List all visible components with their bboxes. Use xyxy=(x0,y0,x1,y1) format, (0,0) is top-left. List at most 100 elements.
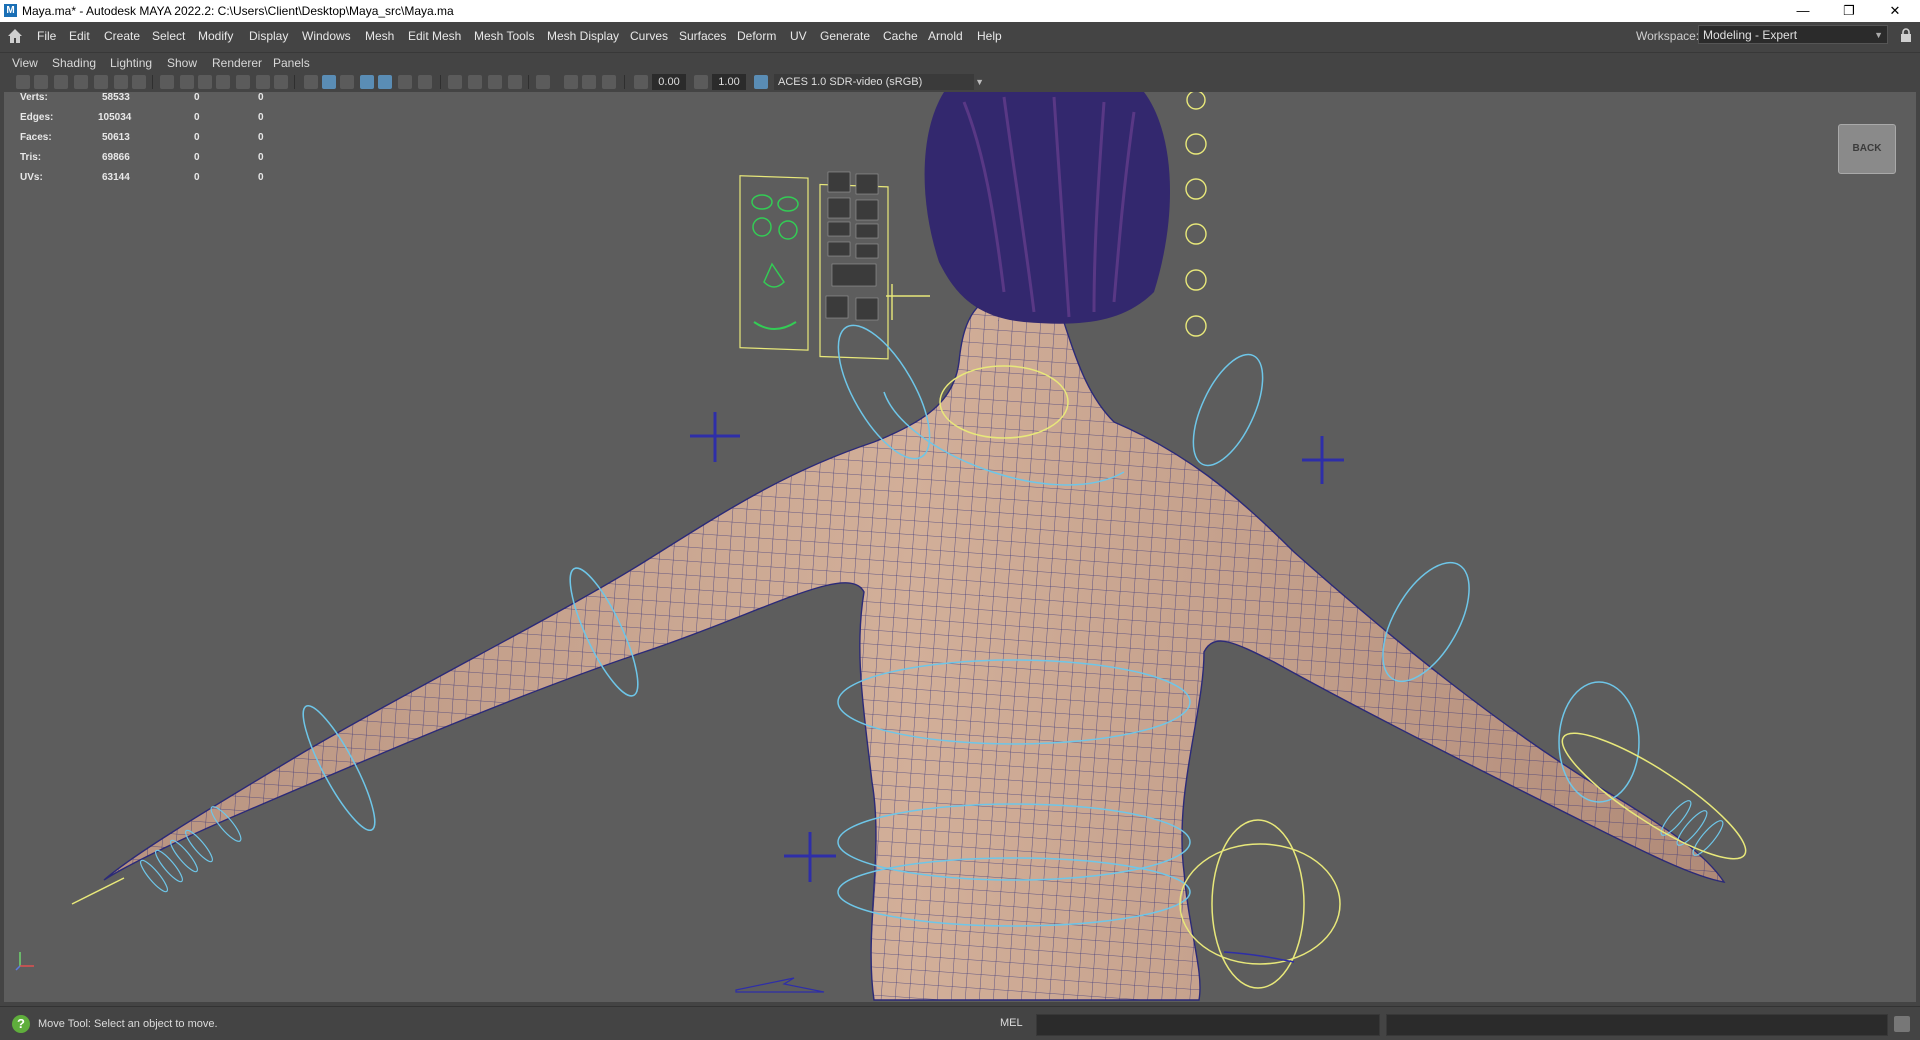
depth-of-field-icon[interactable] xyxy=(508,75,522,89)
bookmark-icon[interactable] xyxy=(54,75,68,89)
toolbar-separator xyxy=(528,75,529,89)
safe-action-icon[interactable] xyxy=(256,75,270,89)
motion-blur-icon[interactable] xyxy=(468,75,482,89)
hud-faces-component: 0 xyxy=(258,132,264,143)
grease-pencil-erase-icon[interactable] xyxy=(132,75,146,89)
hud-edges-label: Edges: xyxy=(20,112,54,123)
image-plane-icon[interactable] xyxy=(74,75,88,89)
resolution-gate-icon[interactable] xyxy=(198,75,212,89)
safe-title-icon[interactable] xyxy=(274,75,288,89)
panel-menu-lighting[interactable]: Lighting xyxy=(110,56,152,70)
textured-icon[interactable] xyxy=(378,75,392,89)
hud-verts-selected: 0 xyxy=(194,92,200,103)
hud-verts-label: Verts: xyxy=(20,92,48,103)
xray-active-components-icon[interactable] xyxy=(582,75,596,89)
character-hair[interactable] xyxy=(924,92,1171,324)
select-camera-icon[interactable] xyxy=(16,75,30,89)
screen-space-ao-icon[interactable] xyxy=(448,75,462,89)
hud-row: Edges: 105034 0 0 xyxy=(18,112,278,128)
hud-uvs-selected: 0 xyxy=(194,172,200,183)
film-gate-icon[interactable] xyxy=(180,75,194,89)
eye-control-circles[interactable] xyxy=(1185,92,1207,337)
menu-file[interactable]: File xyxy=(37,29,56,43)
default-material-icon[interactable] xyxy=(340,75,354,89)
menu-edit[interactable]: Edit xyxy=(69,29,90,43)
gamma-icon[interactable] xyxy=(694,75,708,89)
menu-arnold[interactable]: Arnold xyxy=(928,29,963,43)
camera-attributes-icon[interactable] xyxy=(34,75,48,89)
panel-menu-view[interactable]: View xyxy=(12,56,38,70)
field-chart-icon[interactable] xyxy=(236,75,250,89)
exposure-field[interactable]: 0.00 xyxy=(652,74,686,90)
use-all-lights-icon[interactable] xyxy=(398,75,412,89)
menu-uv[interactable]: UV xyxy=(790,29,807,43)
menu-help[interactable]: Help xyxy=(977,29,1002,43)
minimize-button[interactable]: — xyxy=(1780,0,1826,22)
panel-menu-show[interactable]: Show xyxy=(167,56,197,70)
face-control-board[interactable] xyxy=(739,171,889,360)
help-line-text: Move Tool: Select an object to move. xyxy=(38,1018,218,1030)
close-button[interactable]: ✕ xyxy=(1872,0,1918,22)
maya-app-icon: M xyxy=(4,4,17,17)
menu-display[interactable]: Display xyxy=(249,29,288,43)
hud-faces-selected: 0 xyxy=(194,132,200,143)
root-control[interactable] xyxy=(735,977,825,993)
menu-mesh-tools[interactable]: Mesh Tools xyxy=(474,29,534,43)
isolate-select-icon[interactable] xyxy=(536,75,550,89)
color-space-dropdown[interactable]: ACES 1.0 SDR-video (sRGB) ▼ xyxy=(774,74,984,90)
hud-faces-label: Faces: xyxy=(20,132,52,143)
menu-select[interactable]: Select xyxy=(152,29,185,43)
menu-curves[interactable]: Curves xyxy=(630,29,668,43)
menu-deform[interactable]: Deform xyxy=(737,29,776,43)
neck-locator[interactable] xyxy=(886,284,930,320)
gamma-field[interactable]: 1.00 xyxy=(712,74,746,90)
color-space-value: ACES 1.0 SDR-video (sRGB) xyxy=(778,76,923,88)
grid-icon[interactable] xyxy=(160,75,174,89)
xray-icon[interactable] xyxy=(564,75,578,89)
hud-verts-component: 0 xyxy=(258,92,264,103)
hud-verts-total: 58533 xyxy=(102,92,130,103)
exposure-icon[interactable] xyxy=(634,75,648,89)
hud-edges-component: 0 xyxy=(258,112,264,123)
home-icon[interactable] xyxy=(6,27,24,45)
panel-menu-panels[interactable]: Panels xyxy=(273,56,310,70)
gate-mask-icon[interactable] xyxy=(216,75,230,89)
script-editor-icon[interactable] xyxy=(1894,1016,1910,1032)
menu-create[interactable]: Create xyxy=(104,29,140,43)
menu-mesh[interactable]: Mesh xyxy=(365,29,394,43)
panel-menu-renderer[interactable]: Renderer xyxy=(212,56,262,70)
character-body-mesh[interactable] xyxy=(103,289,1726,1001)
help-line: ? Move Tool: Select an object to move. M… xyxy=(0,1006,1920,1040)
hud-tris-selected: 0 xyxy=(194,152,200,163)
smooth-shade-icon[interactable] xyxy=(322,75,336,89)
help-icon[interactable]: ? xyxy=(12,1015,30,1033)
scene-render xyxy=(71,92,1747,1001)
grease-pencil-icon[interactable] xyxy=(114,75,128,89)
menu-mesh-display[interactable]: Mesh Display xyxy=(547,29,619,43)
workspace-dropdown[interactable]: Modeling - Expert ▼ xyxy=(1698,25,1888,44)
restore-button[interactable]: ❐ xyxy=(1826,0,1872,22)
toolbar-separator xyxy=(624,75,625,89)
script-language-toggle[interactable]: MEL xyxy=(1000,1017,1023,1029)
wireframe-icon[interactable] xyxy=(304,75,318,89)
panel-toolbar: 0.00 1.00 ACES 1.0 SDR-video (sRGB) ▼ xyxy=(0,72,1920,92)
axis-gizmo-icon xyxy=(15,952,34,971)
menu-edit-mesh[interactable]: Edit Mesh xyxy=(408,29,461,43)
two-d-pan-icon[interactable] xyxy=(94,75,108,89)
command-line-output xyxy=(1386,1014,1888,1036)
panel-menu-shading[interactable]: Shading xyxy=(52,56,96,70)
lock-icon[interactable] xyxy=(1900,28,1912,42)
viewport-persp[interactable]: Verts: 58533 0 0 Edges: 105034 0 0 Faces… xyxy=(4,92,1916,1002)
wireframe-on-shaded-icon[interactable] xyxy=(360,75,374,89)
command-line-input[interactable] xyxy=(1036,1014,1380,1036)
shadows-icon[interactable] xyxy=(418,75,432,89)
menu-windows[interactable]: Windows xyxy=(302,29,351,43)
color-management-icon[interactable] xyxy=(754,75,768,89)
menu-cache[interactable]: Cache xyxy=(883,29,918,43)
menu-surfaces[interactable]: Surfaces xyxy=(679,29,726,43)
menu-generate[interactable]: Generate xyxy=(820,29,870,43)
menu-modify[interactable]: Modify xyxy=(198,29,233,43)
view-cube[interactable]: BACK xyxy=(1838,124,1896,174)
xray-joints-icon[interactable] xyxy=(602,75,616,89)
anti-aliasing-icon[interactable] xyxy=(488,75,502,89)
